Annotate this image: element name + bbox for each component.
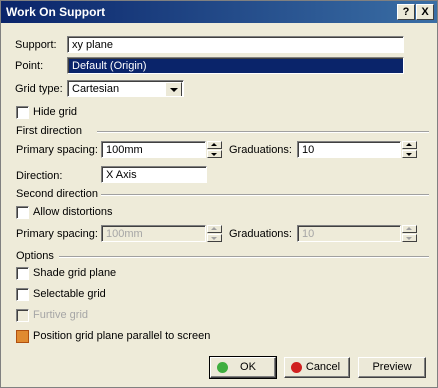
spin-up-icon[interactable]	[402, 225, 417, 233]
second-primary-spacing-label: Primary spacing:	[16, 228, 98, 240]
spin-up-icon[interactable]	[207, 141, 222, 149]
spin-up-icon[interactable]	[207, 225, 222, 233]
help-button[interactable]: ?	[397, 4, 415, 20]
support-field[interactable]: xy plane	[67, 36, 404, 53]
first-graduations-input[interactable]: 10	[297, 141, 401, 158]
ok-icon	[217, 362, 228, 373]
spin-down-icon[interactable]	[207, 150, 222, 158]
ok-label: OK	[240, 361, 256, 373]
second-primary-spacing-spinner[interactable]	[207, 225, 222, 242]
direction-label: Direction:	[16, 170, 63, 182]
second-direction-title: Second direction	[16, 188, 98, 200]
title-bar[interactable]: Work On Support ? X	[1, 1, 437, 23]
cancel-icon	[291, 362, 302, 373]
grid-type-select[interactable]: Cartesian	[67, 80, 184, 97]
chevron-down-icon	[170, 88, 178, 92]
hide-grid-checkbox[interactable]	[16, 106, 29, 119]
close-button[interactable]: X	[416, 4, 434, 20]
cancel-button[interactable]: Cancel	[284, 357, 350, 378]
allow-distortions-checkbox[interactable]	[16, 206, 29, 219]
spin-up-icon[interactable]	[402, 141, 417, 149]
position-parallel-label: Position grid plane parallel to screen	[33, 330, 211, 342]
selectable-grid-label: Selectable grid	[33, 288, 106, 300]
first-direction-divider	[97, 131, 429, 133]
first-primary-spacing-spinner[interactable]	[207, 141, 222, 158]
grid-type-value: Cartesian	[72, 83, 120, 95]
second-graduations-input[interactable]: 10	[297, 225, 401, 242]
options-divider	[59, 256, 429, 258]
hide-grid-label: Hide grid	[33, 106, 78, 118]
spin-down-icon[interactable]	[402, 234, 417, 242]
selectable-grid-checkbox[interactable]	[16, 288, 29, 301]
second-graduations-label: Graduations:	[229, 228, 292, 240]
work-on-support-dialog: Work On Support ? X Support: xy plane Po…	[0, 0, 438, 388]
first-graduations-label: Graduations:	[229, 144, 292, 156]
preview-button[interactable]: Preview	[358, 357, 426, 378]
point-field[interactable]: Default (Origin)	[67, 57, 404, 74]
options-title: Options	[16, 250, 54, 262]
first-primary-spacing-label: Primary spacing:	[16, 144, 98, 156]
shade-grid-plane-checkbox[interactable]	[16, 267, 29, 280]
shade-grid-plane-label: Shade grid plane	[33, 267, 117, 279]
window-title: Work On Support	[6, 5, 106, 19]
second-graduations-spinner[interactable]	[402, 225, 417, 242]
furtive-grid-label: Furtive grid	[33, 309, 89, 321]
allow-distortions-label: Allow distortions	[33, 206, 113, 218]
support-label: Support:	[15, 39, 57, 51]
direction-field[interactable]: X Axis	[101, 166, 207, 183]
spin-down-icon[interactable]	[207, 234, 222, 242]
point-label: Point:	[15, 60, 44, 72]
ok-button[interactable]: OK	[209, 356, 277, 379]
grid-type-label: Grid type:	[15, 83, 63, 95]
furtive-grid-checkbox[interactable]	[16, 309, 29, 322]
first-graduations-spinner[interactable]	[402, 141, 417, 158]
first-direction-title: First direction	[16, 125, 83, 137]
position-parallel-icon[interactable]	[16, 330, 29, 343]
second-direction-divider	[101, 194, 429, 196]
second-primary-spacing-input[interactable]: 100mm	[101, 225, 206, 242]
dropdown-button[interactable]	[165, 82, 182, 96]
first-primary-spacing-input[interactable]: 100mm	[101, 141, 206, 158]
spin-down-icon[interactable]	[402, 150, 417, 158]
